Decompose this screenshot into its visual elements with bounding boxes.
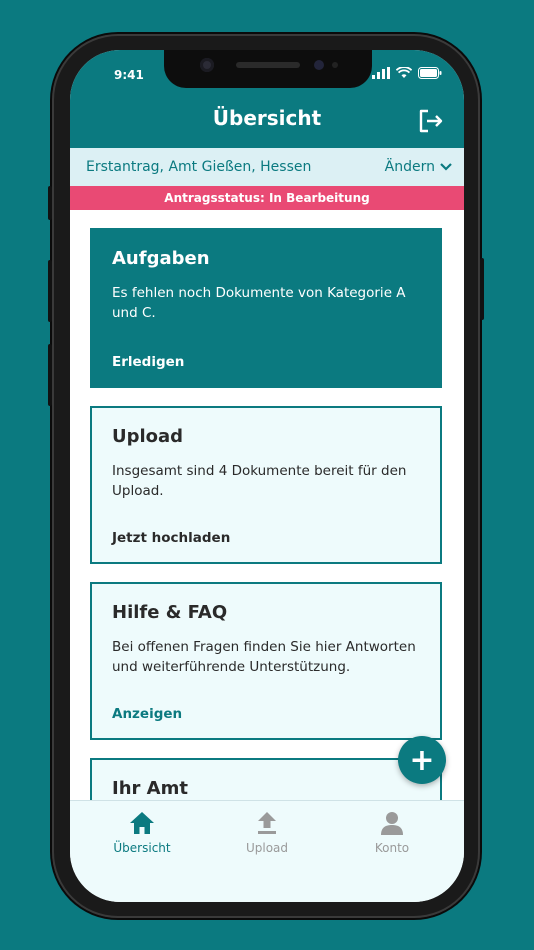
tab-account[interactable]: Konto — [332, 811, 452, 855]
upload-card[interactable]: Upload Insgesamt sind 4 Dokumente bereit… — [90, 406, 442, 564]
upload-action-link[interactable]: Jetzt hochladen — [112, 530, 230, 546]
phone-power-button — [480, 258, 484, 320]
battery-icon — [418, 67, 442, 79]
tab-overview-label: Übersicht — [113, 841, 171, 855]
tasks-card-title: Aufgaben — [112, 248, 210, 269]
chevron-down-icon — [440, 163, 452, 171]
signal-icon — [372, 67, 390, 79]
plus-icon: + — [409, 742, 435, 778]
phone-notch — [164, 50, 372, 88]
tab-account-label: Konto — [374, 841, 410, 855]
application-status-banner: Antragsstatus: In Bearbeitung — [70, 186, 464, 210]
tab-overview[interactable]: Übersicht — [82, 811, 202, 855]
speaker — [236, 62, 300, 68]
tasks-action-link[interactable]: Erledigen — [112, 354, 184, 370]
phone-mute-switch — [48, 186, 52, 220]
help-card-title: Hilfe & FAQ — [112, 602, 228, 623]
application-status-text: Antragsstatus: In Bearbeitung — [164, 191, 370, 205]
phone-volume-up — [48, 260, 52, 322]
bottom-tab-bar: Übersicht Upload Konto — [70, 800, 464, 902]
sensor — [314, 60, 324, 70]
office-card[interactable]: Ihr Amt — [90, 758, 442, 800]
tasks-card-text: Es fehlen noch Dokumente von Kategorie A… — [112, 285, 406, 321]
user-icon — [381, 812, 403, 835]
camera — [200, 58, 214, 72]
upload-icon — [258, 812, 276, 834]
help-card-text: Bei offenen Fragen finden Sie hier Antwo… — [112, 639, 416, 675]
upload-card-title: Upload — [112, 426, 184, 447]
tab-upload-label: Upload — [245, 841, 289, 855]
office-card-title: Ihr Amt — [112, 778, 188, 799]
tab-upload[interactable]: Upload — [207, 811, 327, 855]
overview-content: Aufgaben Es fehlen noch Dokumente von Ka… — [70, 210, 464, 800]
logout-icon[interactable] — [418, 108, 444, 134]
home-icon — [130, 812, 154, 834]
change-location-button[interactable]: Ändern — [385, 159, 452, 175]
location-text: Erstantrag, Amt Gießen, Hessen — [86, 159, 312, 175]
app-screen: 9:41 Übersicht Erstantrag, Amt Gießen, H… — [70, 50, 464, 902]
help-faq-card[interactable]: Hilfe & FAQ Bei offenen Fragen finden Si… — [90, 582, 442, 740]
status-time: 9:41 — [114, 68, 144, 82]
status-icons — [372, 67, 442, 79]
add-button[interactable]: + — [398, 736, 446, 784]
change-label: Ändern — [384, 159, 435, 175]
phone-volume-down — [48, 344, 52, 406]
sensor-dot — [332, 62, 338, 68]
location-bar: Erstantrag, Amt Gießen, Hessen Ändern — [70, 148, 464, 186]
tasks-card[interactable]: Aufgaben Es fehlen noch Dokumente von Ka… — [90, 228, 442, 388]
help-action-link[interactable]: Anzeigen — [112, 706, 182, 722]
page-title: Übersicht — [212, 106, 322, 130]
upload-card-text: Insgesamt sind 4 Dokumente bereit für de… — [112, 463, 407, 499]
wifi-icon — [396, 67, 412, 78]
